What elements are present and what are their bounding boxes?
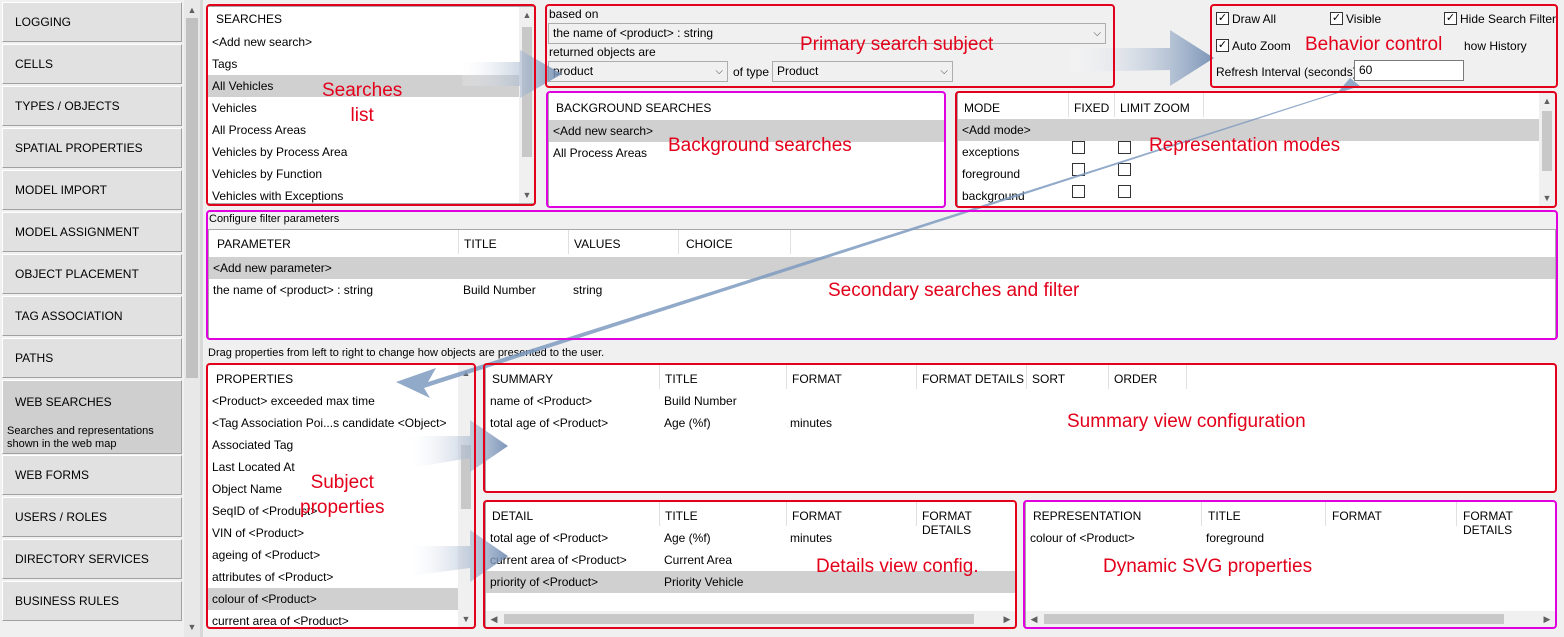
annotation-label-secondary: Secondary searches and filter bbox=[828, 280, 1080, 301]
annotation-label-modes: Representation modes bbox=[1149, 135, 1341, 156]
arrow-primary-to-behavior bbox=[1070, 30, 1214, 86]
annotation-label-behavior: Behavior control bbox=[1305, 34, 1443, 56]
annotation-label-primary: Primary search subject bbox=[800, 34, 994, 55]
annotation-label-searches: Searches list bbox=[322, 80, 403, 126]
annotation-label-details: Details view config. bbox=[816, 556, 979, 577]
annotation-label-summary: Summary view configuration bbox=[1067, 411, 1306, 432]
annotation-label-svg: Dynamic SVG properties bbox=[1103, 556, 1313, 577]
arrow-behavior-to-properties bbox=[396, 78, 1360, 398]
arrow-properties-to-detail bbox=[410, 530, 508, 582]
annotation-label-background: Background searches bbox=[668, 135, 852, 156]
arrow-properties-to-summary bbox=[410, 420, 508, 472]
annotation-arrows bbox=[396, 30, 1360, 582]
arrow-searches-to-primary bbox=[462, 50, 562, 98]
annotation-label-subject: Subject properties bbox=[300, 472, 385, 518]
